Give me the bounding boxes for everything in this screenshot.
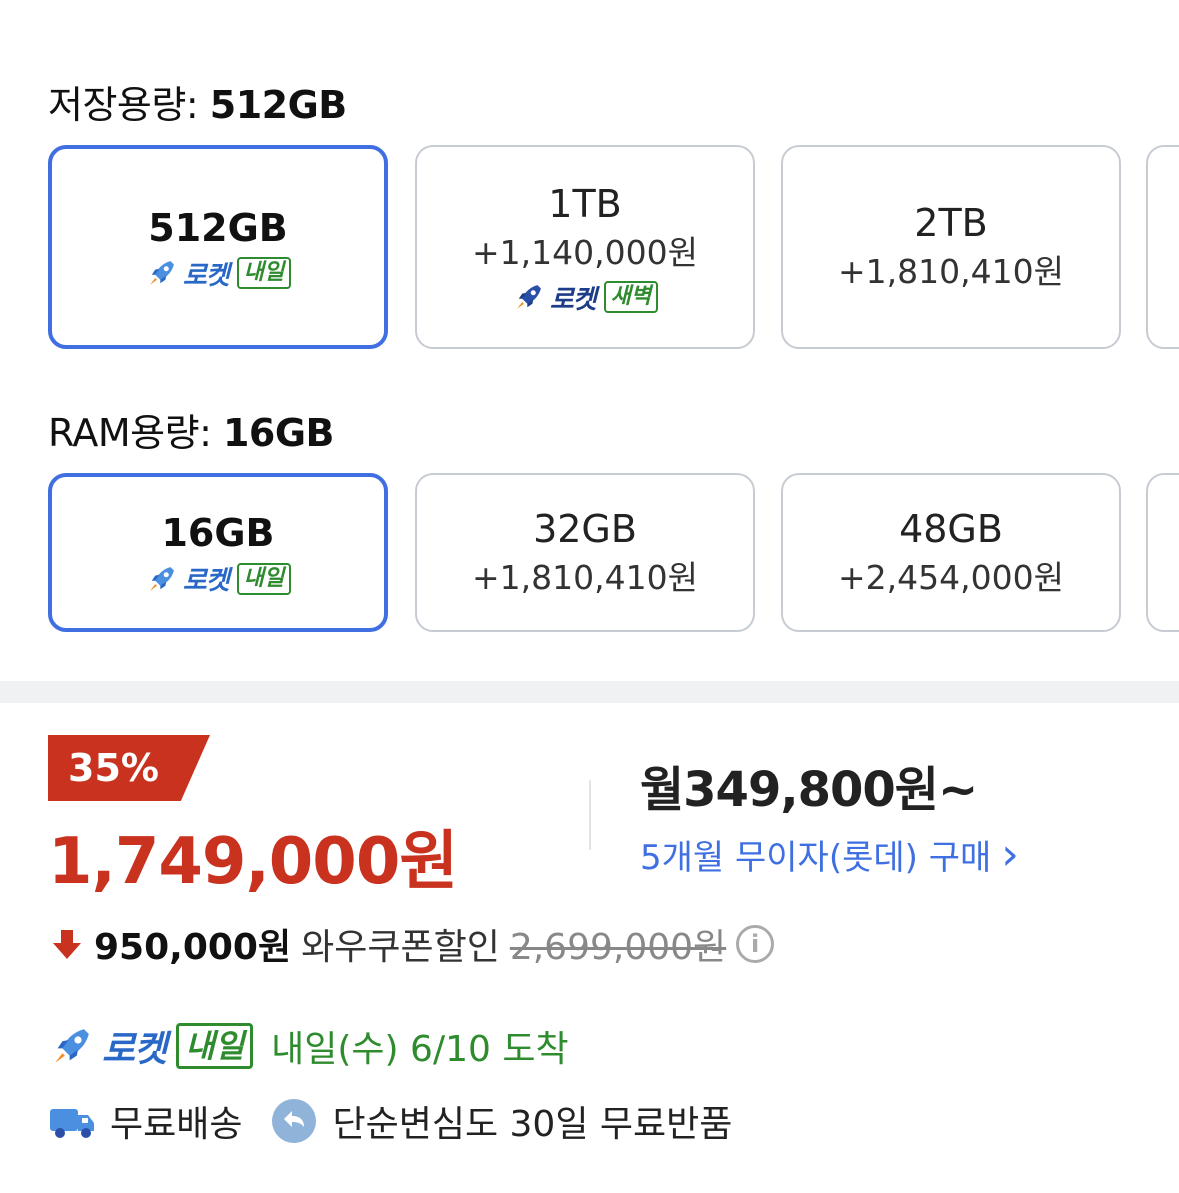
installment-link[interactable]: 5개월 무이자(롯데) 구매 ›	[640, 830, 1019, 879]
storage-label-prefix: 저장용량:	[48, 83, 199, 127]
monthly-price: 월349,800원~	[640, 762, 978, 818]
installment-text: 5개월 무이자(롯데) 구매	[640, 838, 992, 878]
storage-option-2tb[interactable]: 2TB +1,810,410원	[781, 145, 1121, 349]
coupon-amount: 950,000원	[94, 927, 292, 968]
return-icon	[272, 1099, 317, 1143]
ram-selected-value: 16GB	[222, 411, 335, 455]
ram-option-more[interactable]	[1146, 473, 1179, 632]
rocket-tag: 내일	[236, 562, 292, 595]
coupon-discount-row: 950,000원 와우쿠폰할인 2,699,000원 i	[50, 918, 775, 970]
storage-option-512gb[interactable]: 512GB 로켓 내일	[48, 145, 388, 349]
ram-option-48gb[interactable]: 48GB +2,454,000원	[781, 473, 1121, 632]
rocket-icon	[149, 261, 174, 285]
rocket-text: 로켓	[182, 566, 230, 596]
storage-option-1tb[interactable]: 1TB +1,140,000원 로켓 새벽	[415, 145, 755, 349]
section-divider	[0, 681, 1179, 703]
rocket-tag: 새벽	[603, 281, 659, 313]
coupon-label: 와우쿠폰할인	[301, 927, 500, 968]
delivery-row: 로켓 내일 내일(수) 6/10 도착	[48, 1020, 569, 1072]
ram-option-32gb[interactable]: 32GB +1,810,410원	[415, 473, 755, 632]
storage-selected-value: 512GB	[209, 83, 347, 127]
rocket-tag: 내일	[176, 1023, 254, 1069]
info-icon[interactable]: i	[736, 925, 775, 963]
option-name: 48GB	[899, 506, 1003, 551]
storage-label: 저장용량: 512GB	[48, 74, 347, 129]
ram-label: RAM용량: 16GB	[48, 402, 335, 457]
ram-label-prefix: RAM용량:	[48, 411, 212, 455]
rocket-text: 로켓	[549, 284, 597, 315]
storage-options: 512GB 로켓 내일 1TB +1,140,000원 로켓 새벽 2TB +1…	[48, 145, 1179, 355]
chevron-right-icon: ›	[1001, 828, 1019, 880]
option-name: 32GB	[533, 506, 637, 551]
storage-option-more[interactable]	[1146, 145, 1179, 349]
ram-option-16gb[interactable]: 16GB 로켓 내일	[48, 473, 388, 632]
arrival-date: 내일(수) 6/10 도착	[271, 1029, 569, 1070]
option-name: 16GB	[161, 511, 275, 555]
rocket-delivery-badge: 로켓 내일	[145, 560, 292, 597]
rocket-icon	[55, 1029, 89, 1063]
rocket-icon	[149, 566, 174, 591]
option-name: 512GB	[148, 205, 288, 250]
down-arrow-icon	[53, 930, 81, 959]
free-shipping: 무료배송	[110, 1104, 243, 1145]
rocket-tag: 내일	[236, 257, 292, 289]
ram-options: 16GB 로켓 내일 32GB +1,810,410원 48GB +2,454,…	[48, 473, 1179, 683]
free-return: 단순변심도 30일 무료반품	[332, 1104, 733, 1145]
rocket-icon	[516, 285, 541, 309]
benefit-row: 무료배송 단순변심도 30일 무료반품	[48, 1095, 732, 1147]
option-price: +2,454,000원	[838, 557, 1064, 597]
sale-price: 1,749,000원	[48, 825, 458, 899]
option-price: +1,810,410원	[838, 252, 1064, 291]
price-divider	[589, 780, 591, 850]
option-name: 2TB	[914, 201, 988, 245]
rocket-delivery-badge: 로켓 새벽	[512, 279, 659, 316]
rocket-text: 로켓	[182, 260, 230, 291]
option-name: 1TB	[548, 181, 622, 226]
discount-badge: 35%	[48, 735, 210, 801]
truck-icon	[50, 1109, 94, 1138]
original-price: 2,699,000원	[509, 927, 727, 968]
option-price: +1,810,410원	[472, 557, 698, 597]
option-price: +1,140,000원	[472, 232, 698, 272]
rocket-text: 로켓	[102, 1029, 167, 1070]
rocket-delivery-badge: 로켓 내일	[145, 255, 292, 292]
